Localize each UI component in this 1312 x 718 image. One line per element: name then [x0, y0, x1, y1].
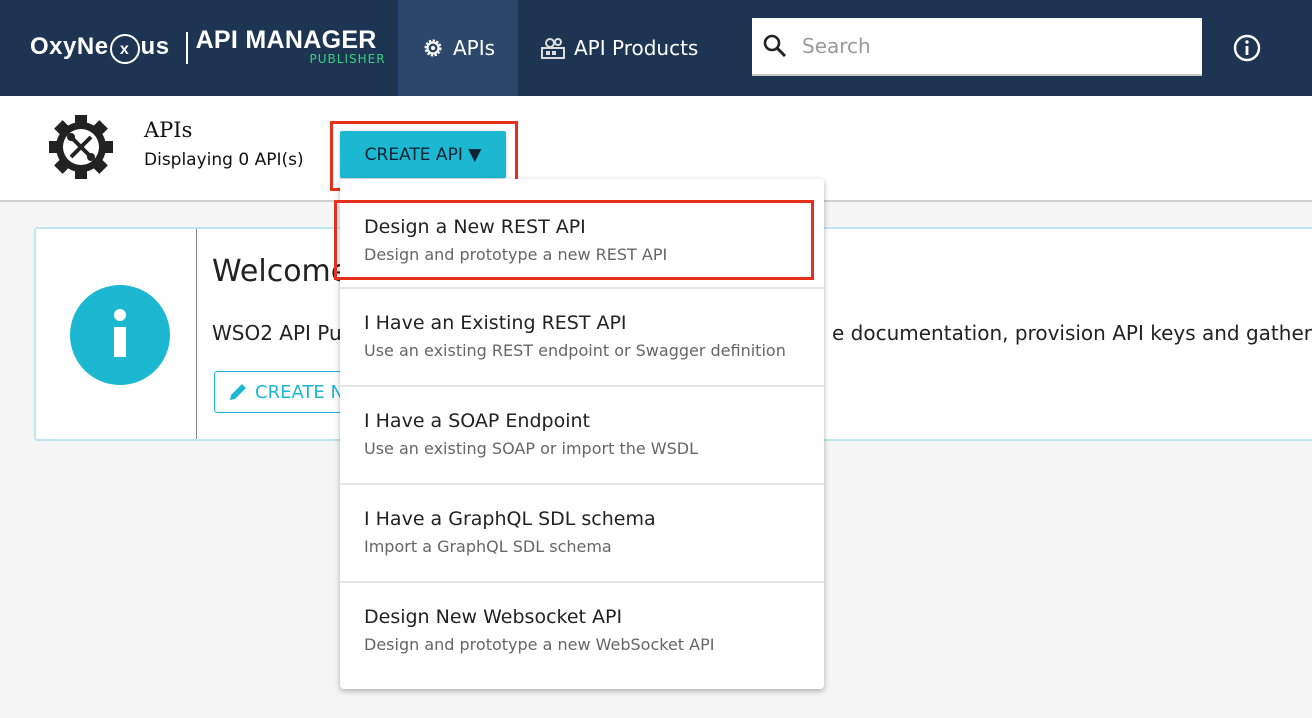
- brand-divider: [185, 32, 188, 64]
- search-bar[interactable]: [752, 18, 1202, 76]
- brand-title: API MANAGER: [195, 26, 377, 54]
- api-tools-gear-icon: [49, 115, 113, 179]
- menu-item-websocket-api[interactable]: Design New Websocket API Design and prot…: [340, 583, 824, 681]
- menu-item-description: Use an existing REST endpoint or Swagger…: [364, 341, 786, 360]
- welcome-description-start: WSO2 API Pub: [212, 321, 355, 345]
- api-count: Displaying 0 API(s): [144, 150, 304, 170]
- nav-tab-apis[interactable]: APIs: [398, 0, 518, 96]
- brand-product: API MANAGER PUBLISHER: [196, 26, 386, 70]
- menu-item-title: I Have an Existing REST API: [364, 312, 627, 334]
- menu-item-description: Use an existing SOAP or import the WSDL: [364, 439, 698, 458]
- page-title: APIs: [144, 118, 193, 142]
- brand-x-icon: x: [109, 33, 140, 64]
- menu-item-title: I Have a GraphQL SDL schema: [364, 508, 656, 530]
- gear-icon: [421, 36, 445, 60]
- info-icon[interactable]: [1232, 33, 1262, 63]
- nav-tab-api-products[interactable]: API Products: [540, 0, 698, 96]
- menu-item-title: I Have a SOAP Endpoint: [364, 410, 590, 432]
- welcome-description-end: e documentation, provision API keys and …: [832, 321, 1312, 345]
- menu-item-graphql-schema[interactable]: I Have a GraphQL SDL schema Import a Gra…: [340, 485, 824, 583]
- brand-logo[interactable]: OxyNe x us API MANAGER PUBLISHER: [30, 26, 386, 70]
- info-circle-icon: [70, 285, 170, 385]
- api-products-icon: [540, 36, 566, 60]
- menu-item-soap-endpoint[interactable]: I Have a SOAP Endpoint Use an existing S…: [340, 387, 824, 485]
- nav-tab-api-products-label: API Products: [574, 36, 699, 60]
- menu-item-description: Import a GraphQL SDL schema: [364, 537, 612, 556]
- search-icon: [763, 34, 787, 58]
- welcome-title: Welcome: [212, 254, 350, 289]
- menu-item-description: Design and prototype a new WebSocket API: [364, 635, 715, 654]
- nav-tab-apis-label: APIs: [452, 36, 496, 60]
- pencil-icon: [230, 384, 246, 400]
- brand-name-oxynexus: OxyNe x us: [30, 33, 170, 64]
- welcome-icon-panel: [36, 229, 197, 439]
- search-input[interactable]: [800, 33, 1184, 59]
- menu-item-title: Design New Websocket API: [364, 606, 623, 628]
- top-navigation-bar: OxyNe x us API MANAGER PUBLISHER APIs AP…: [0, 0, 1312, 96]
- brand-subtitle: PUBLISHER: [309, 52, 386, 66]
- menu-item-existing-rest-api[interactable]: I Have an Existing REST API Use an exist…: [340, 289, 824, 387]
- highlight-design-rest-api: [334, 200, 814, 280]
